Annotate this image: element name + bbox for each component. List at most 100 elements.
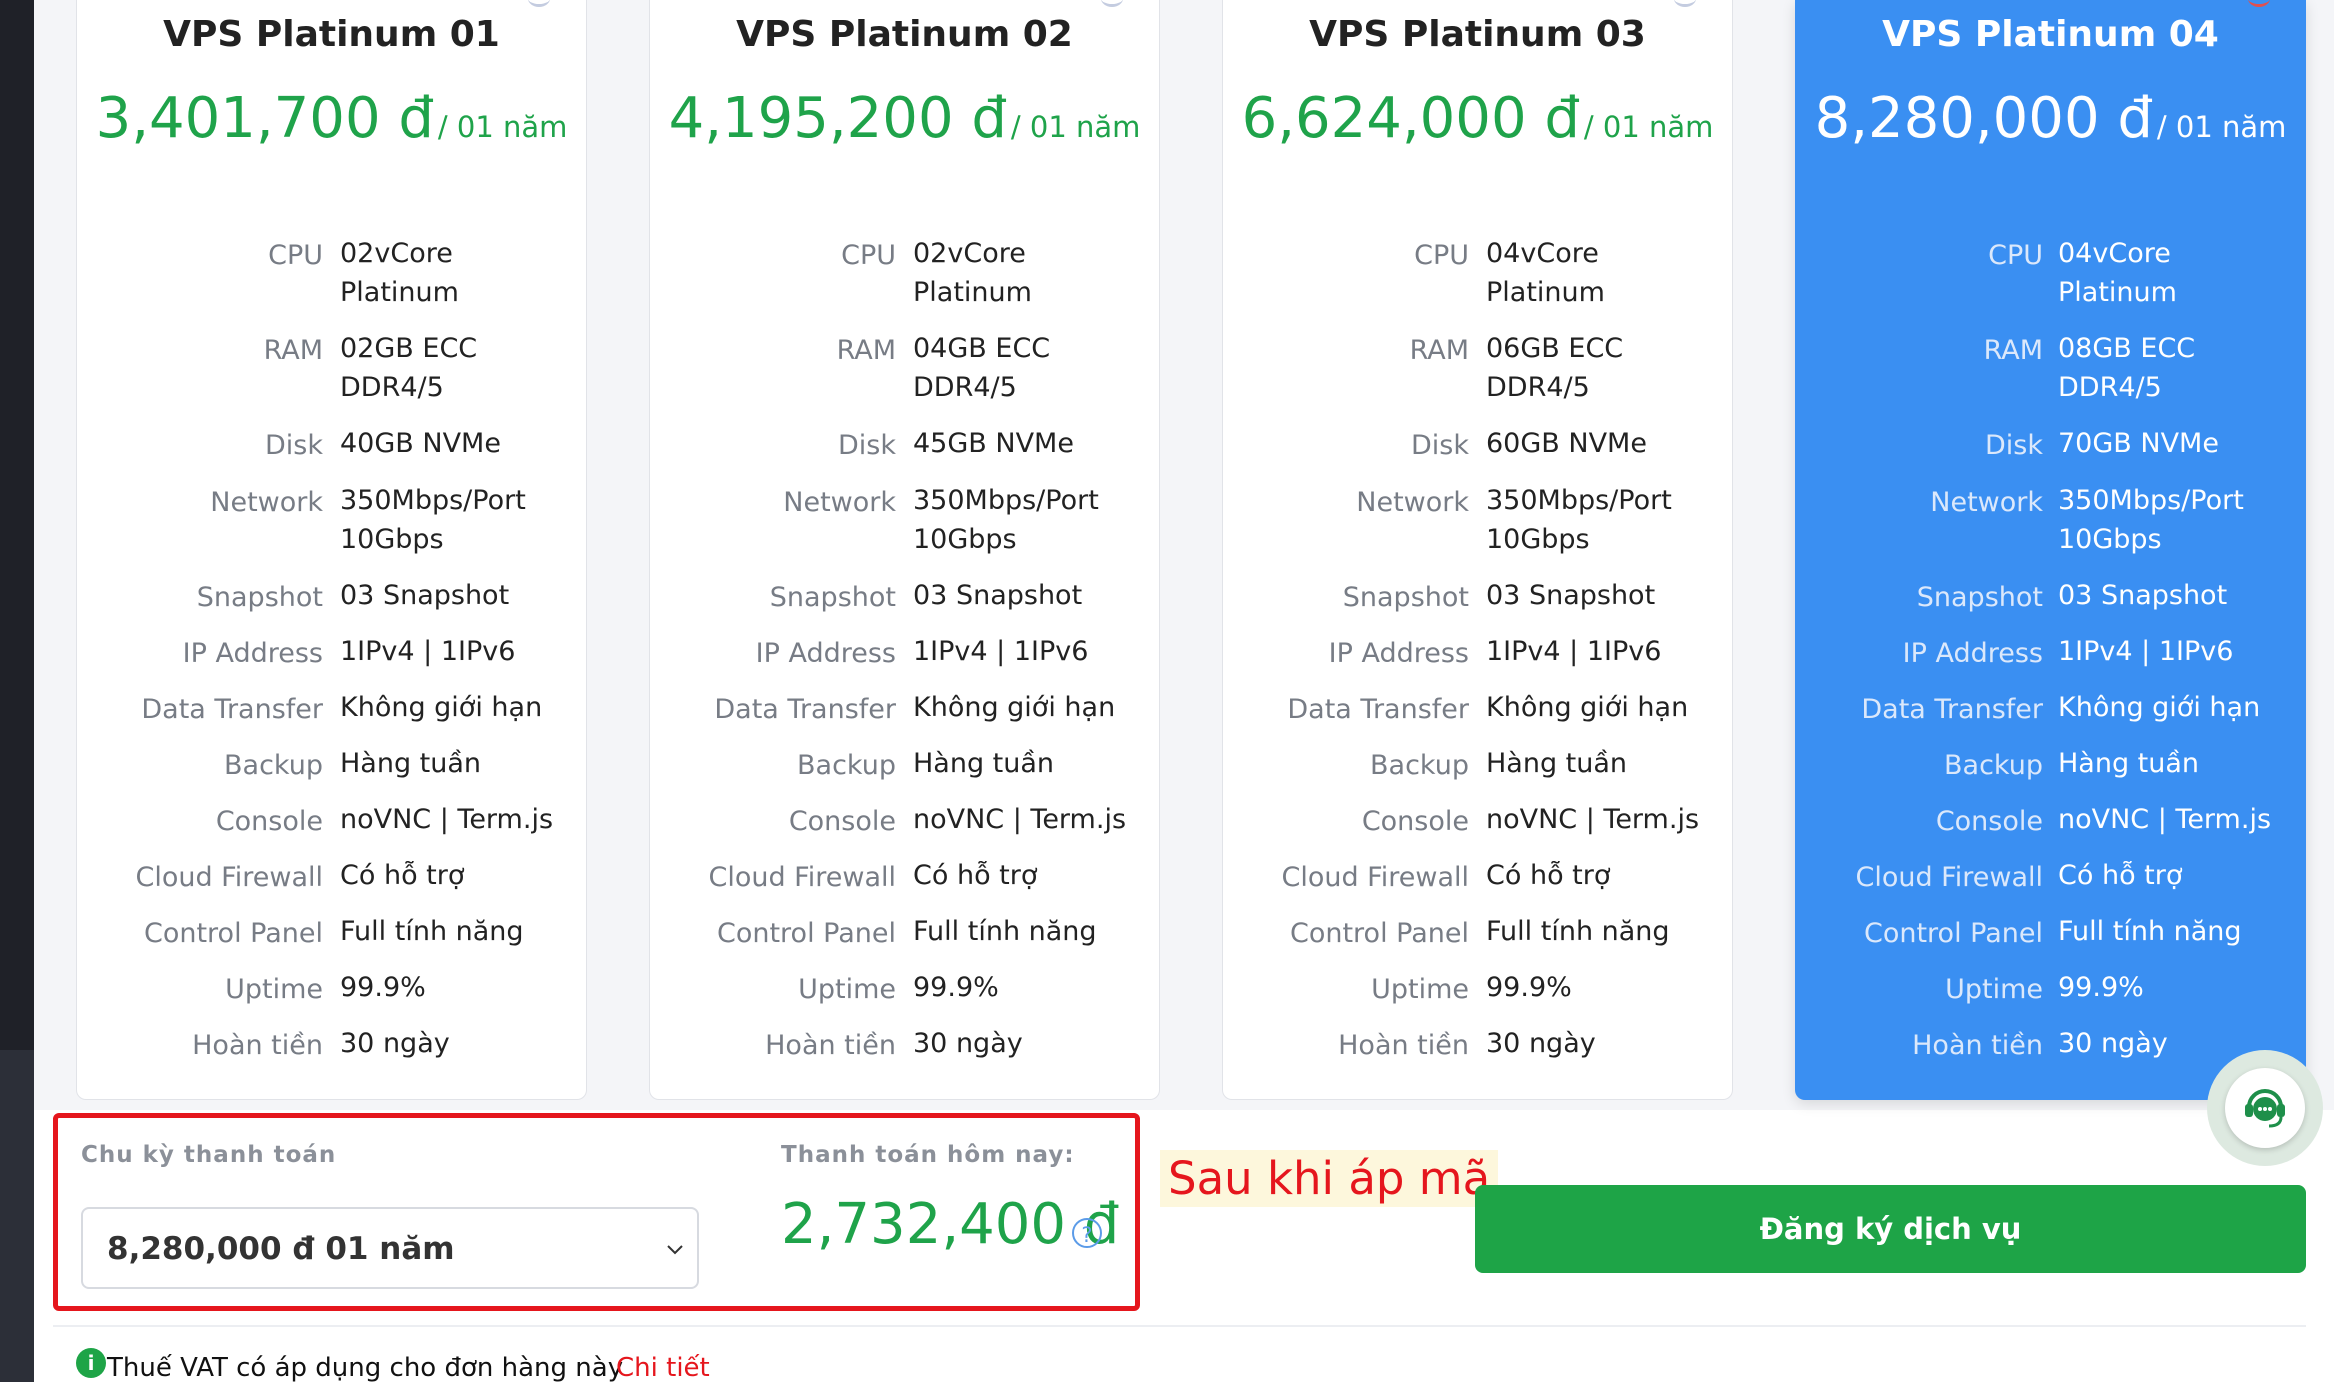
spec-label: CPU bbox=[1988, 240, 2043, 271]
card-corner-decoration bbox=[1101, 0, 1123, 7]
spec-label: Data Transfer bbox=[714, 694, 896, 725]
spec-value: 08GB ECC DDR4/5 bbox=[2058, 333, 2196, 403]
spec-value: 30 ngày bbox=[913, 1028, 1023, 1059]
plan-price-amount: 3,401,700 đ bbox=[95, 86, 434, 151]
spec-label: RAM bbox=[1409, 335, 1469, 366]
spec-label: Hoàn tiền bbox=[192, 1030, 323, 1061]
spec-value: Hàng tuần bbox=[340, 748, 482, 779]
plan-title: VPS Platinum 02 bbox=[736, 14, 1073, 55]
annotation-note: Sau khi áp mã bbox=[1160, 1150, 1499, 1207]
plan-card[interactable]: VPS Platinum 03 6,624,000 đ/ 01 năm CPU 04v… bbox=[1222, 0, 1733, 1100]
spec-value: 30 ngày bbox=[1486, 1028, 1596, 1059]
spec-value: 99.9% bbox=[2058, 972, 2144, 1003]
spec-label: Hoàn tiền bbox=[765, 1030, 896, 1061]
spec-value: Không giới hạn bbox=[340, 692, 543, 723]
spec-label: Control Panel bbox=[1289, 918, 1469, 949]
spec-label: Console bbox=[788, 806, 896, 837]
spec-value: 350Mbps/Port 10Gbps bbox=[340, 485, 526, 555]
spec-value: Hàng tuần bbox=[2058, 748, 2200, 779]
plan-price: 4,195,200 đ/ 01 năm bbox=[650, 86, 1159, 151]
spec-value: 99.9% bbox=[913, 972, 999, 1003]
spec-label: Uptime bbox=[798, 974, 896, 1005]
left-dark-strip bbox=[0, 0, 34, 1382]
question-circle-icon[interactable]: ? bbox=[1072, 1218, 1102, 1248]
spec-value: 02GB ECC DDR4/5 bbox=[340, 333, 478, 403]
spec-label: Disk bbox=[265, 430, 323, 461]
spec-value: 04GB ECC DDR4/5 bbox=[913, 333, 1051, 403]
spec-value: 04vCore Platinum bbox=[1486, 238, 1605, 308]
support-chat-widget[interactable] bbox=[2207, 1050, 2323, 1166]
spec-label: CPU bbox=[841, 240, 896, 271]
pay-today-amount: 2,732,400 đ bbox=[781, 1192, 1120, 1257]
card-corner-decoration bbox=[1674, 0, 1696, 7]
spec-label: Cloud Firewall bbox=[1281, 862, 1469, 893]
chevron-down-icon bbox=[667, 1245, 683, 1255]
billing-cycle-label: Chu kỳ thanh toán bbox=[81, 1142, 337, 1168]
spec-value: 02vCore Platinum bbox=[340, 238, 459, 308]
spec-label: Network bbox=[783, 487, 896, 518]
spec-label: Disk bbox=[838, 430, 896, 461]
spec-value: 60GB NVMe bbox=[1486, 428, 1647, 459]
spec-value: 1IPv4 | 1IPv6 bbox=[1486, 636, 1662, 667]
vat-details-link[interactable]: Chi tiết bbox=[616, 1353, 710, 1383]
spec-value: Full tính năng bbox=[2058, 916, 2242, 947]
billing-cycle-select[interactable]: 8,280,000 đ 01 năm bbox=[81, 1207, 699, 1289]
plan-card[interactable]: VPS Platinum 02 4,195,200 đ/ 01 năm CPU 02v… bbox=[649, 0, 1160, 1100]
spec-label: Backup bbox=[1370, 750, 1469, 781]
plan-price-period: / 01 năm bbox=[1010, 110, 1141, 144]
divider bbox=[53, 1325, 2306, 1327]
spec-value: 350Mbps/Port 10Gbps bbox=[913, 485, 1099, 555]
spec-label: Console bbox=[1935, 806, 2043, 837]
card-corner-decoration bbox=[528, 0, 550, 7]
spec-value: Không giới hạn bbox=[1486, 692, 1689, 723]
plan-card[interactable]: VPS Platinum 01 3,401,700 đ/ 01 năm CPU 02v… bbox=[76, 0, 587, 1100]
spec-label: Cloud Firewall bbox=[1855, 862, 2043, 893]
spec-value: Hàng tuần bbox=[1486, 748, 1628, 779]
spec-value: 1IPv4 | 1IPv6 bbox=[2058, 636, 2234, 667]
spec-label: Uptime bbox=[225, 974, 323, 1005]
spec-label: Control Panel bbox=[716, 918, 896, 949]
plan-title: VPS Platinum 04 bbox=[1882, 14, 2219, 55]
plan-title: VPS Platinum 01 bbox=[163, 14, 500, 55]
spec-label: Console bbox=[1361, 806, 1469, 837]
spec-value: Hàng tuần bbox=[913, 748, 1055, 779]
spec-label: Network bbox=[1356, 487, 1469, 518]
spec-value: noVNC | Term.js bbox=[2058, 804, 2272, 835]
spec-label: Uptime bbox=[1371, 974, 1469, 1005]
spec-label: RAM bbox=[1983, 335, 2043, 366]
pay-today-label: Thanh toán hôm nay: bbox=[781, 1142, 1075, 1168]
spec-value: 99.9% bbox=[1486, 972, 1572, 1003]
vat-text: Thuế VAT có áp dụng cho đơn hàng này bbox=[107, 1353, 624, 1383]
spec-label: Hoàn tiền bbox=[1338, 1030, 1469, 1061]
spec-value: noVNC | Term.js bbox=[913, 804, 1127, 835]
spec-label: Disk bbox=[1411, 430, 1469, 461]
spec-label: Control Panel bbox=[143, 918, 323, 949]
card-corner-decoration bbox=[2248, 0, 2270, 7]
spec-value: 03 Snapshot bbox=[340, 580, 510, 611]
spec-value: 70GB NVMe bbox=[2058, 428, 2219, 459]
plan-price: 8,280,000 đ/ 01 năm bbox=[1795, 86, 2306, 151]
spec-value: 30 ngày bbox=[340, 1028, 450, 1059]
plan-price-amount: 8,280,000 đ bbox=[1814, 86, 2153, 151]
spec-value: noVNC | Term.js bbox=[1486, 804, 1700, 835]
spec-label: IP Address bbox=[755, 638, 896, 669]
spec-label: Hoàn tiền bbox=[1912, 1030, 2043, 1061]
billing-summary-box: Chu kỳ thanh toán 8,280,000 đ 01 năm Tha… bbox=[53, 1113, 1140, 1311]
spec-label: Control Panel bbox=[1863, 918, 2043, 949]
register-service-button[interactable]: Đăng ký dịch vụ bbox=[1475, 1185, 2306, 1273]
spec-label: Snapshot bbox=[1916, 582, 2043, 613]
spec-value: 1IPv4 | 1IPv6 bbox=[340, 636, 516, 667]
spec-label: Cloud Firewall bbox=[135, 862, 323, 893]
spec-value: 04vCore Platinum bbox=[2058, 238, 2177, 308]
plan-price-period: / 01 năm bbox=[437, 110, 568, 144]
spec-value: 45GB NVMe bbox=[913, 428, 1074, 459]
spec-label: Network bbox=[210, 487, 323, 518]
spec-value: Có hỗ trợ bbox=[2058, 860, 2183, 891]
spec-label: Data Transfer bbox=[1861, 694, 2043, 725]
spec-label: Snapshot bbox=[196, 582, 323, 613]
spec-value: 30 ngày bbox=[2058, 1028, 2168, 1059]
support-chat-icon[interactable] bbox=[2225, 1068, 2305, 1148]
spec-label: Backup bbox=[1944, 750, 2043, 781]
plan-card[interactable]: VPS Platinum 04 8,280,000 đ/ 01 năm CPU 04v… bbox=[1795, 0, 2306, 1100]
info-circle-icon: i bbox=[76, 1348, 106, 1378]
